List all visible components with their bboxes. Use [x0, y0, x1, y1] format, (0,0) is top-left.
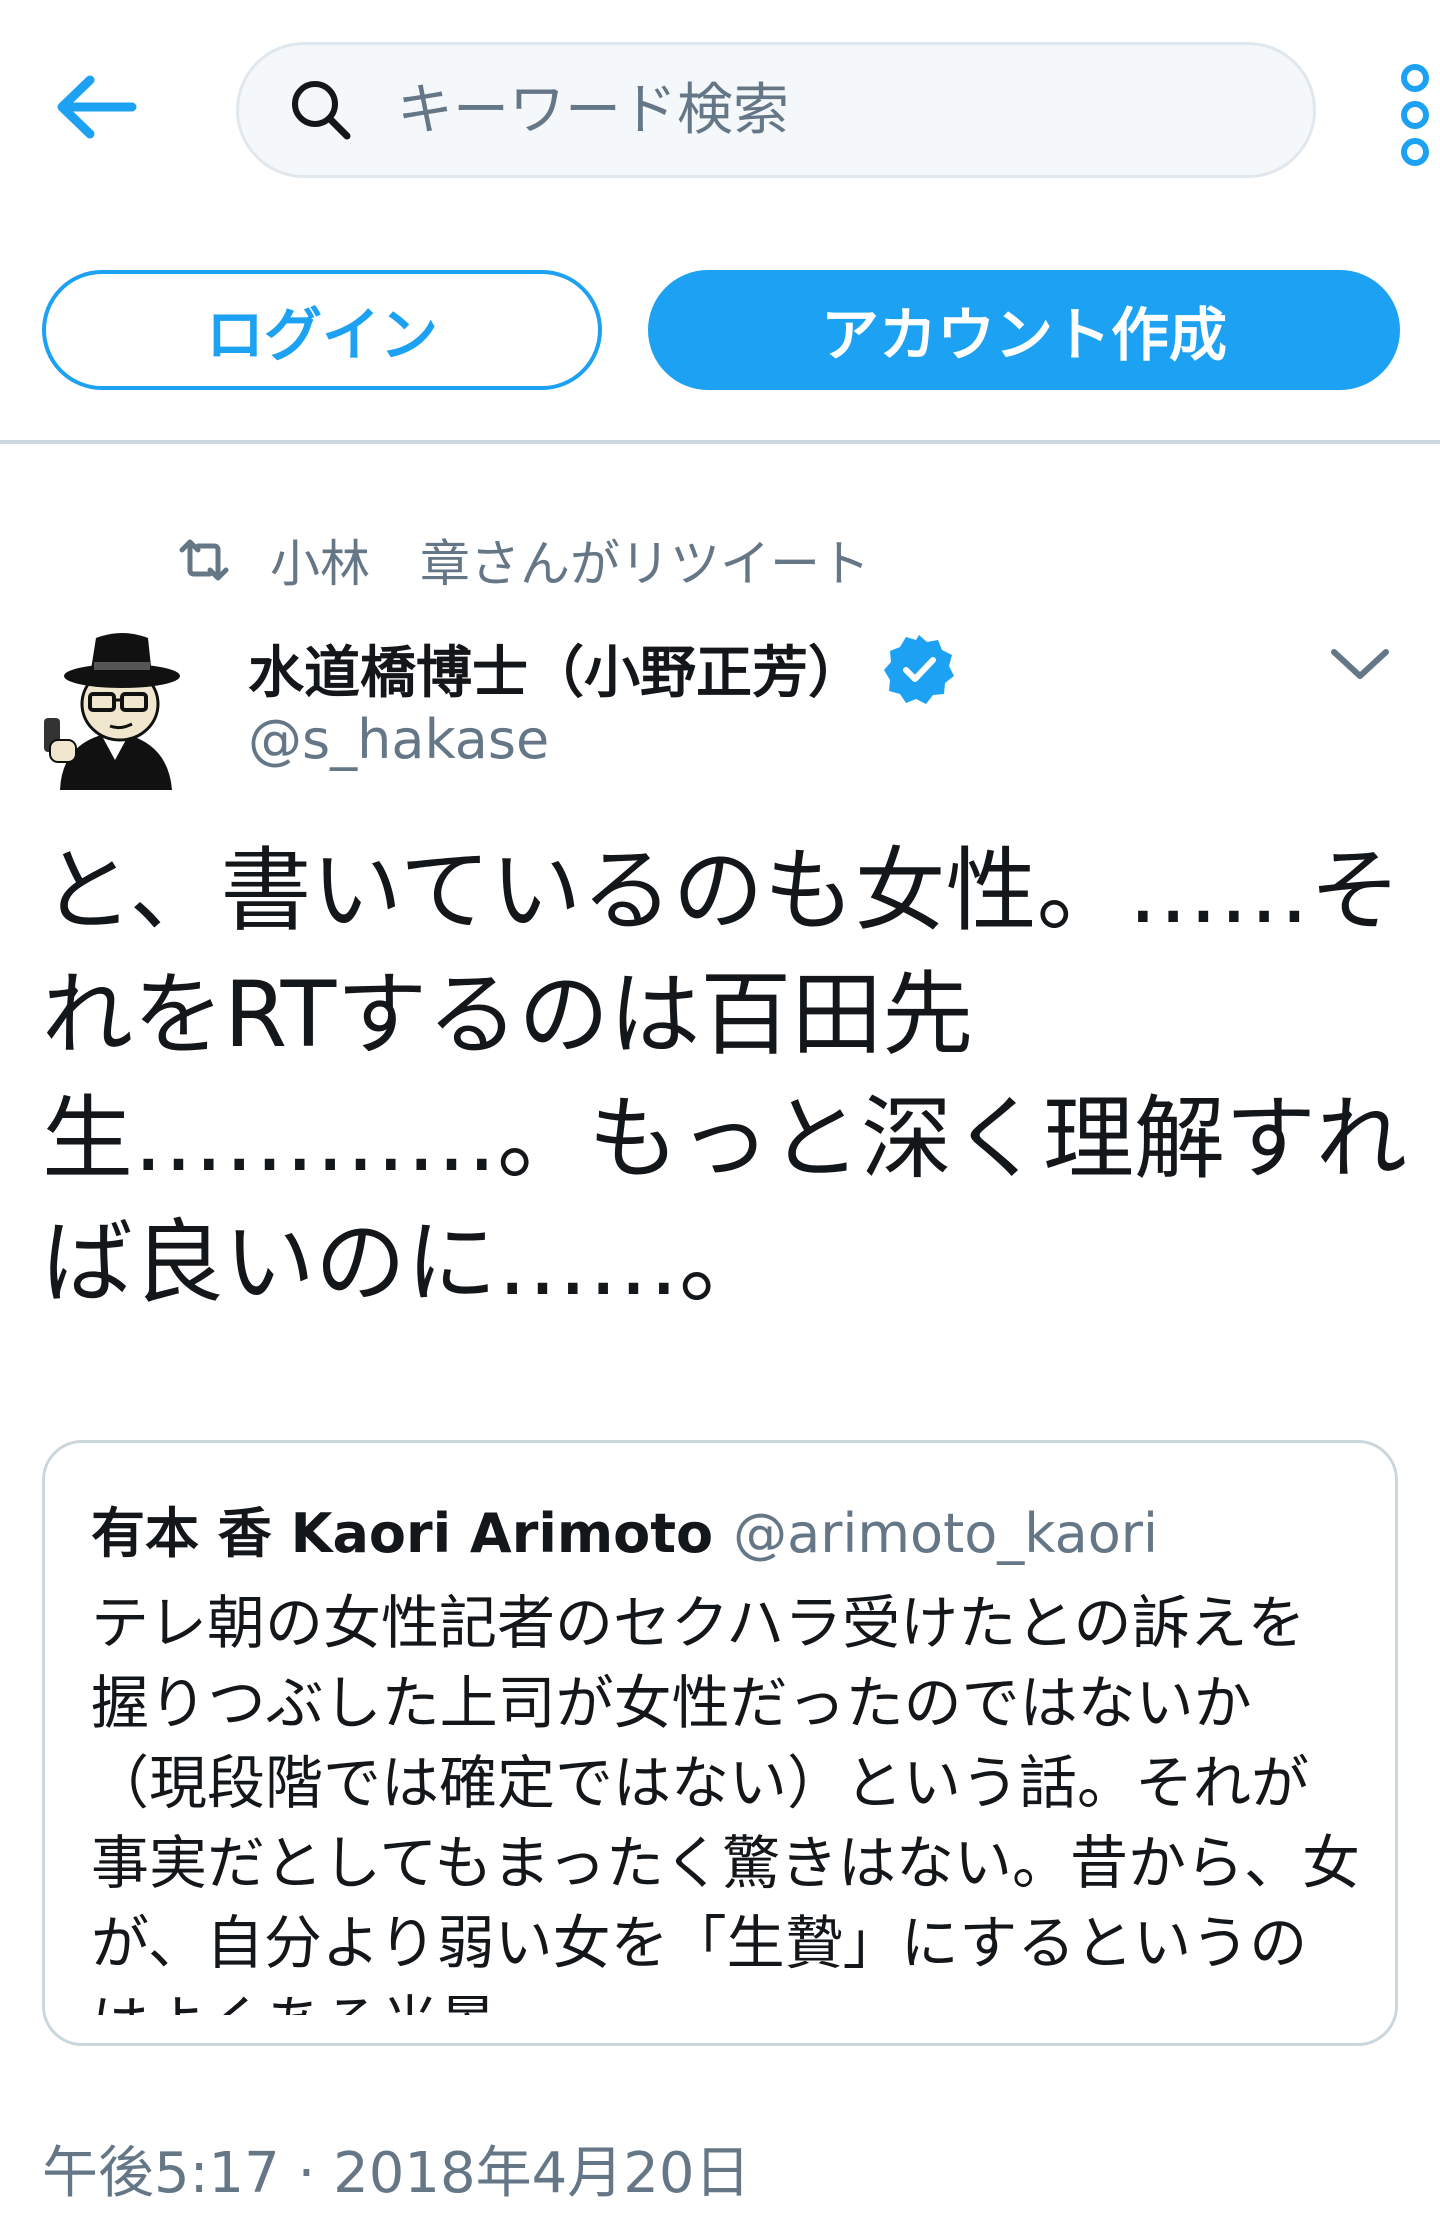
- search-bar[interactable]: [236, 42, 1316, 178]
- avatar-illustration: [44, 633, 180, 790]
- retweet-context-text: 小林 章さんがリツイート: [270, 535, 870, 593]
- back-arrow-icon: [57, 75, 137, 139]
- retweet-context[interactable]: 小林 章さんがリツイート: [176, 528, 870, 593]
- login-button[interactable]: ログイン: [42, 270, 602, 390]
- quoted-author-handle: @arimoto_kaori: [733, 1502, 1158, 1565]
- top-bar: [0, 0, 1440, 230]
- quoted-tweet-text: テレ朝の女性記者のセクハラ受けたとの訴えを握りつぶした上司が女性だったのではない…: [91, 1589, 1361, 2015]
- author-handle[interactable]: @s_hakase: [248, 708, 549, 771]
- quoted-tweet[interactable]: 有本 香 Kaori Arimoto @arimoto_kaori テレ朝の女性記…: [42, 1440, 1398, 2046]
- tweet-timestamp[interactable]: 午後5:17 · 2018年4月20日: [42, 2128, 751, 2209]
- verified-badge-icon: [884, 634, 954, 704]
- retweet-icon: [179, 539, 229, 581]
- author-name[interactable]: 水道橋博士（小野正芳）: [248, 628, 956, 709]
- search-input[interactable]: [395, 76, 1259, 144]
- more-options-button[interactable]: [1390, 60, 1440, 170]
- tweet-text: と、書いているのも女性。……そ れをRTするのは百田先 生…………。もっと深く理…: [42, 839, 1408, 1316]
- quoted-author-name: 有本 香 Kaori Arimoto: [91, 1502, 714, 1565]
- tweet-menu-button[interactable]: [1320, 630, 1400, 700]
- divider: [0, 440, 1440, 444]
- search-icon: [292, 81, 351, 140]
- back-button[interactable]: [40, 62, 150, 152]
- more-vertical-icon: [1401, 64, 1429, 166]
- quoted-tweet-header: 有本 香 Kaori Arimoto @arimoto_kaori: [91, 1489, 1158, 1568]
- chevron-down-icon: [1331, 649, 1389, 679]
- signup-button[interactable]: アカウント作成: [648, 270, 1400, 390]
- author-name-text: 水道橋博士（小野正芳）: [248, 641, 864, 706]
- avatar[interactable]: [40, 620, 190, 790]
